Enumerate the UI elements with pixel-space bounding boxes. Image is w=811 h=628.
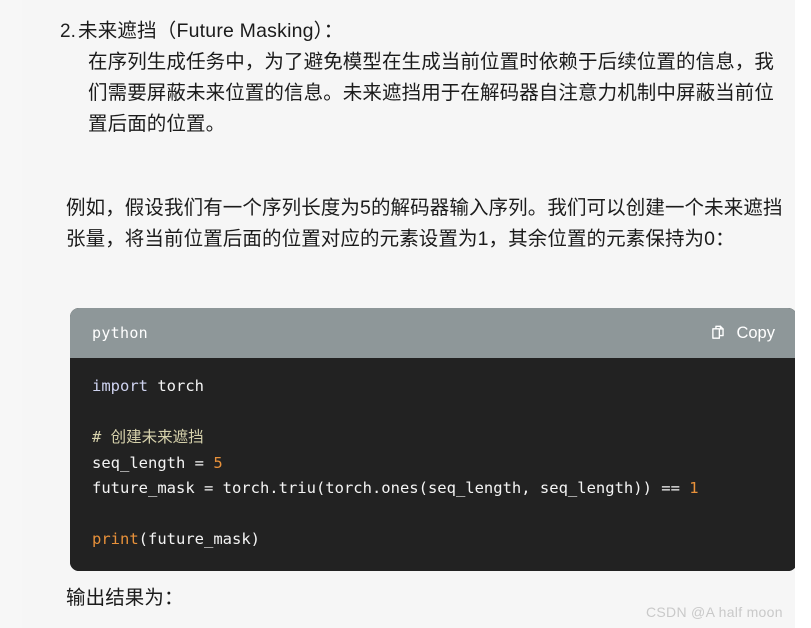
code-token: torch <box>148 377 204 395</box>
code-token: (future_mask) <box>138 530 260 548</box>
list-item-body: 未来遮挡（Future Masking）： 在序列生成任务中，为了避免模型在生成… <box>78 16 790 140</box>
list-item-marker: 2. <box>60 21 76 42</box>
copy-icon <box>710 324 728 342</box>
code-token: import <box>92 377 148 395</box>
code-token: # 创建未来遮挡 <box>92 428 204 446</box>
example-paragraph: 例如，假设我们有一个序列长度为5的解码器输入序列。我们可以创建一个未来遮挡张量，… <box>66 197 783 250</box>
code-line: print(future_mask) <box>92 527 797 553</box>
copy-code-button[interactable]: Copy <box>704 320 781 347</box>
code-block-body[interactable]: import torch # 创建未来遮挡 seq_length = 5 futur… <box>70 358 797 571</box>
page-root: 2. 未来遮挡（Future Masking）： 在序列生成任务中，为了避免模型… <box>0 0 811 628</box>
copy-button-label: Copy <box>736 323 775 342</box>
code-token: print <box>92 530 139 548</box>
numbered-list-item: 2. 未来遮挡（Future Masking）： 在序列生成任务中，为了避免模型… <box>60 16 790 140</box>
code-language-label: python <box>92 324 148 342</box>
code-line: seq_length = 5 <box>92 451 797 477</box>
code-token: seq_length = <box>92 453 214 472</box>
code-token: 5 <box>213 453 223 472</box>
code-token: future_mask = torch.triu(torch.ones(seq_… <box>92 479 690 497</box>
list-item-title: 未来遮挡（Future Masking）： <box>78 20 344 42</box>
left-gutter <box>0 0 22 628</box>
code-block: python Copy import torch # 创建未来遮挡 seq_len… <box>70 308 797 571</box>
article-content: 2. 未来遮挡（Future Masking）： 在序列生成任务中，为了避免模型… <box>22 0 797 628</box>
code-line: future_mask = torch.triu(torch.ones(seq_… <box>92 476 797 502</box>
code-line: import torch <box>92 374 797 400</box>
right-margin <box>795 0 811 628</box>
code-block-header: python Copy <box>70 308 797 358</box>
list-item-paragraph: 在序列生成任务中，为了避免模型在生成当前位置时依赖于后续位置的信息，我们需要屏蔽… <box>88 51 775 135</box>
code-line: # 创建未来遮挡 <box>92 425 797 451</box>
code-token: 1 <box>689 479 699 497</box>
article-surface: 2. 未来遮挡（Future Masking）： 在序列生成任务中，为了避免模型… <box>22 0 797 628</box>
csdn-watermark: CSDN @A half moon <box>646 604 783 620</box>
